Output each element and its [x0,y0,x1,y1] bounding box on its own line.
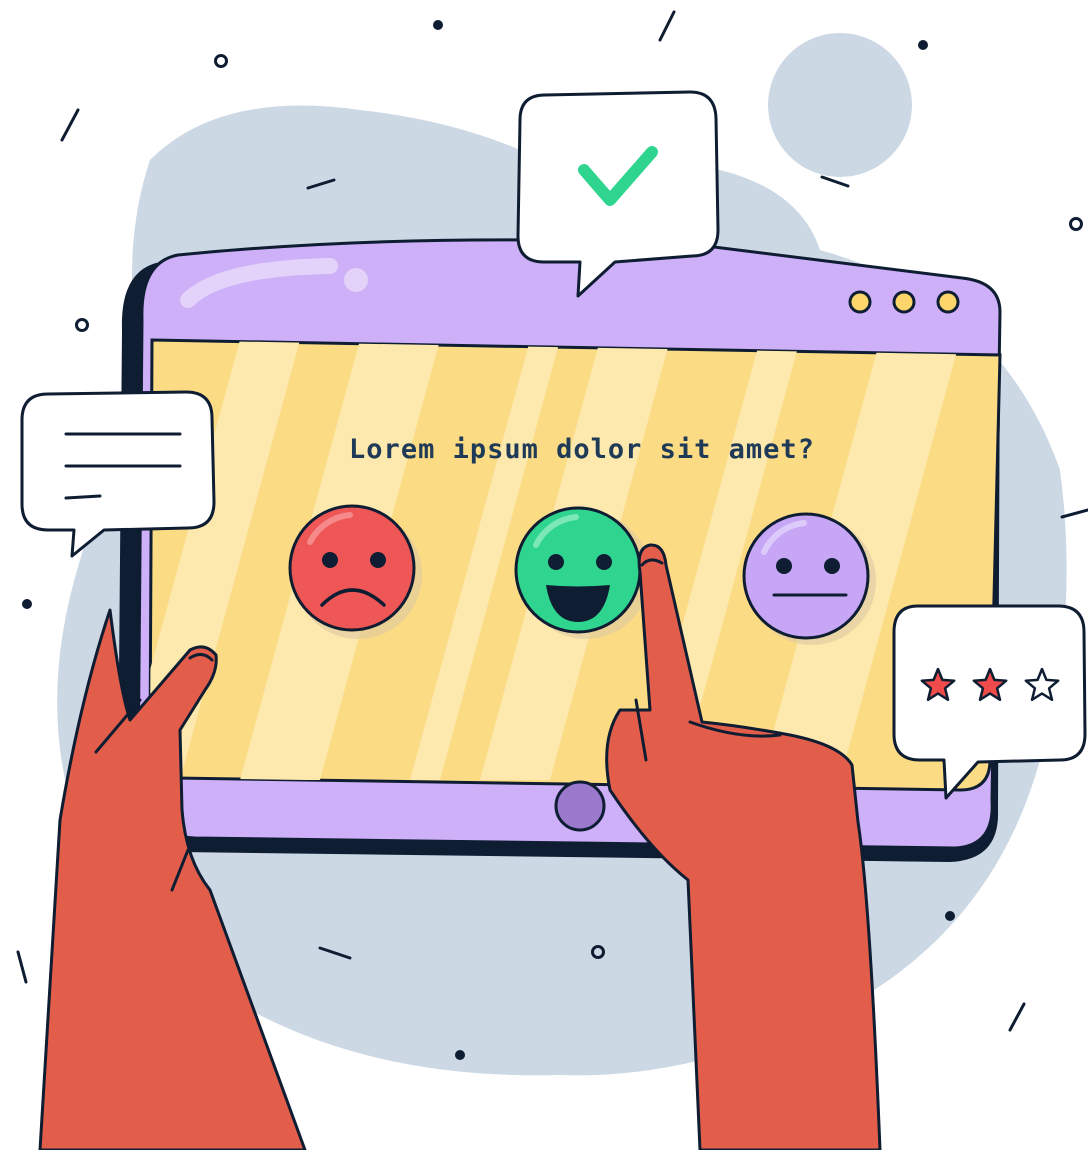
home-button-icon[interactable] [554,780,606,832]
window-dots-icon [848,290,960,314]
survey-question: Lorem ipsum dolor sit amet? [349,434,815,465]
feedback-illustration: Lorem ipsum dolor sit amet? [16,10,1088,1150]
